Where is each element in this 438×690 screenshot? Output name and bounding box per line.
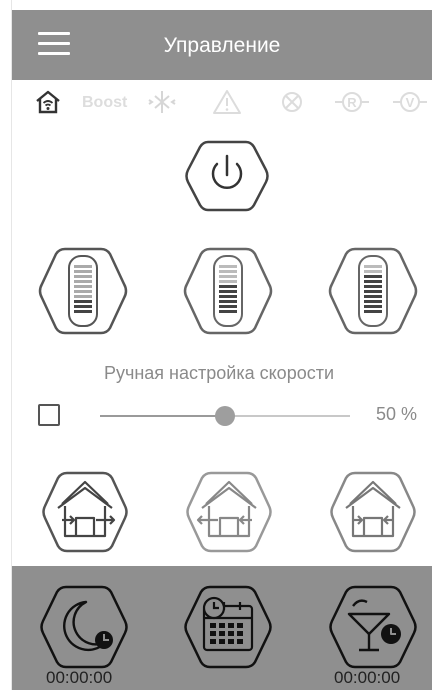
mode-bar: Boost R V [12, 82, 432, 122]
app-bar: Управление [12, 10, 432, 80]
cocktail-clock-icon [347, 599, 401, 652]
left-edge [0, 0, 12, 690]
speed-percent: 50 % [376, 404, 418, 424]
screen: Управление Boost R V Ручная настройка ск… [0, 0, 438, 690]
party-timer-value: 00:00:00 [334, 668, 401, 687]
party-timer-button[interactable] [327, 584, 419, 670]
moon-clock-icon [63, 600, 113, 652]
defrost-icon [148, 91, 176, 113]
manual-speed-label: Ручная настройка скорости [103, 363, 335, 383]
slider-thumb[interactable] [215, 406, 235, 426]
power-button[interactable] [184, 138, 270, 214]
speed-1-button[interactable] [37, 246, 129, 336]
airflow-in-button[interactable] [184, 470, 274, 554]
night-timer-value: 00:00:00 [46, 668, 113, 687]
speed-2-button[interactable] [182, 246, 274, 336]
r-mode-icon: R [335, 92, 369, 112]
boost-mode-label[interactable]: Boost [82, 94, 127, 112]
speed-slider[interactable] [100, 404, 350, 428]
v-mode-letter: V [406, 95, 415, 110]
schedule-button[interactable] [182, 584, 274, 670]
home-wifi-icon[interactable] [34, 88, 62, 116]
calendar-clock-icon [202, 596, 254, 652]
night-timer-button[interactable] [38, 584, 130, 670]
fan-off-icon [282, 92, 302, 112]
speed-3-button[interactable] [327, 246, 419, 336]
page-title: Управление [163, 34, 281, 57]
airflow-out-button[interactable] [40, 470, 130, 554]
slider-fill [100, 415, 225, 417]
manual-speed-checkbox[interactable] [38, 404, 60, 426]
v-mode-icon: V [393, 92, 427, 112]
warning-icon [213, 90, 241, 114]
airflow-recovery-button[interactable] [328, 470, 418, 554]
r-mode-letter: R [347, 95, 357, 110]
